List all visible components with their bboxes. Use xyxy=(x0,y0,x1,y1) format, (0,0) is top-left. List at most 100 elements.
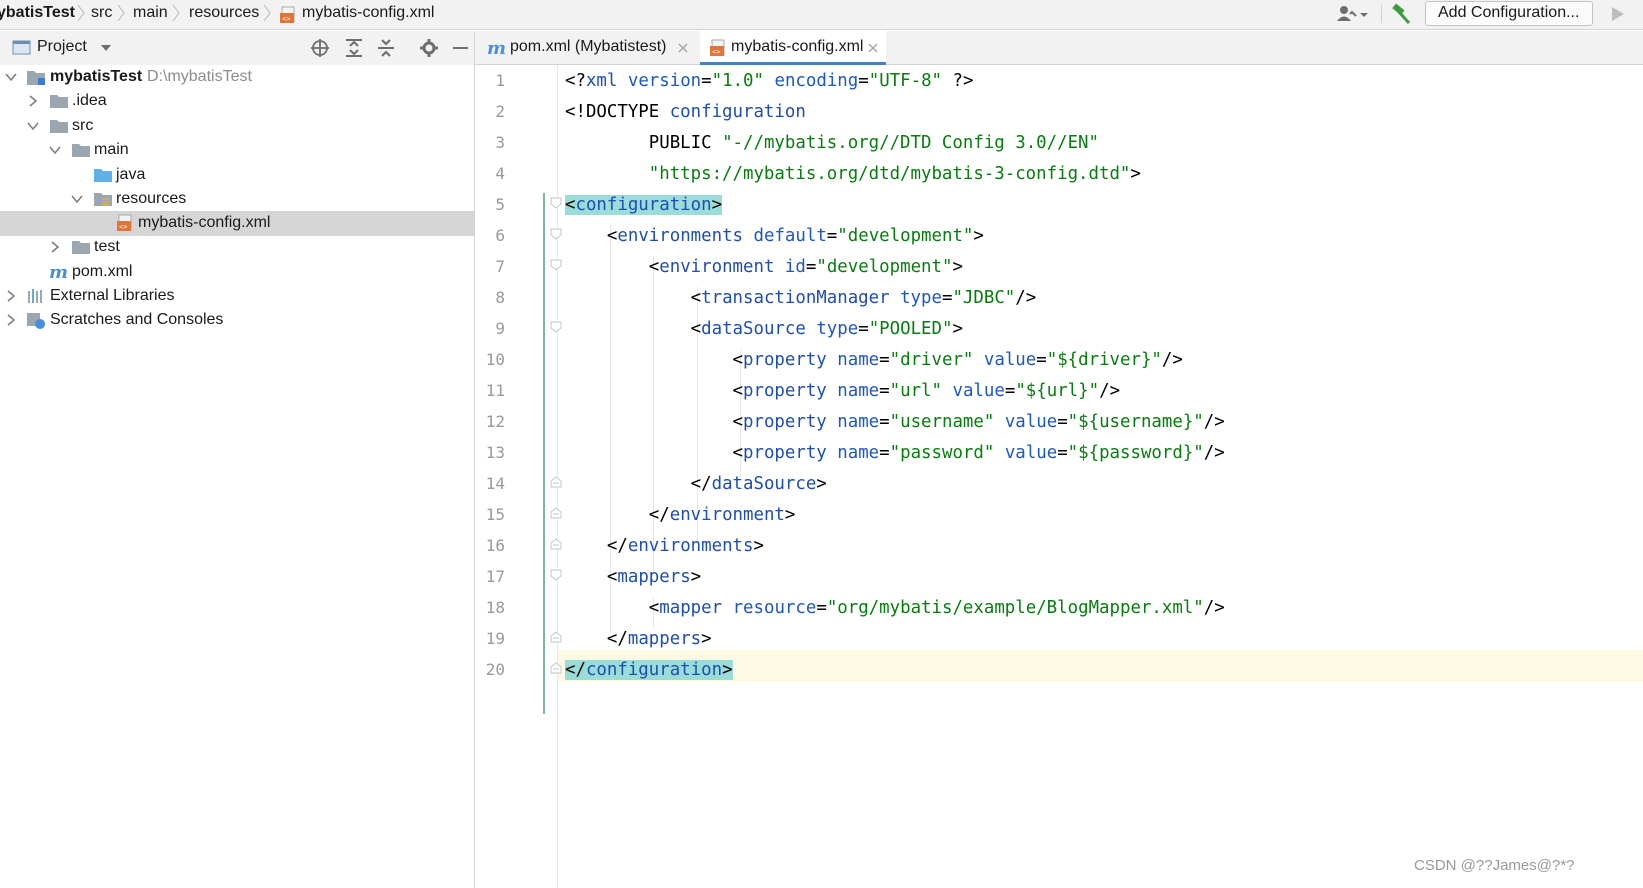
fold-close-icon[interactable] xyxy=(549,630,563,644)
code-line[interactable]: <dataSource type="POOLED"> xyxy=(565,313,963,345)
chevron-right-icon xyxy=(263,3,271,23)
line-number: 13 xyxy=(485,443,505,462)
chevron-right-icon[interactable] xyxy=(48,240,62,254)
chevron-right-icon xyxy=(77,3,85,23)
breadcrumb-file[interactable]: mybatis-config.xml xyxy=(302,4,434,22)
chevron-down-icon[interactable] xyxy=(26,119,40,133)
fold-close-icon[interactable] xyxy=(549,475,563,489)
code-editor[interactable]: 1 2 3 4 5 6 7 8 9 10 11 12 13 14 15 16 1… xyxy=(475,65,1643,888)
code-line[interactable]: <environments default="development"> xyxy=(565,220,984,252)
tree-item-mybatisTest[interactable]: mybatisTest D:\mybatisTest xyxy=(0,65,474,90)
fold-open-icon[interactable] xyxy=(549,568,563,582)
chevron-right-icon[interactable] xyxy=(4,313,18,327)
tree-item-idea[interactable]: .idea xyxy=(0,89,474,114)
build-hammer-icon[interactable] xyxy=(1390,3,1412,25)
source-folder-icon xyxy=(93,166,113,184)
tree-item-main[interactable]: main xyxy=(0,138,474,163)
minimize-icon[interactable] xyxy=(451,38,471,58)
tab-pom-xml[interactable]: m pom.xml (Mybatistest) xyxy=(475,31,697,65)
fold-close-icon[interactable] xyxy=(549,537,563,551)
project-tree: mybatisTest D:\mybatisTest .idea src mai… xyxy=(0,65,474,888)
user-icon[interactable] xyxy=(1334,3,1370,25)
tree-item-test[interactable]: test xyxy=(0,235,474,260)
expand-all-icon[interactable] xyxy=(344,38,364,58)
fold-open-icon[interactable] xyxy=(549,320,563,334)
breadcrumb-project[interactable]: ybatisTest xyxy=(0,4,75,22)
tree-label: src xyxy=(72,117,94,134)
tree-label: .idea xyxy=(72,92,107,109)
fold-close-icon[interactable] xyxy=(549,661,563,675)
chevron-down-icon[interactable] xyxy=(48,143,62,157)
tree-item-pom[interactable]: m pom.xml xyxy=(0,260,474,285)
code-line[interactable]: </environments> xyxy=(565,530,764,562)
vcs-change-marker[interactable] xyxy=(543,193,545,714)
tree-item-java[interactable]: java xyxy=(0,163,474,188)
gear-icon[interactable] xyxy=(419,38,439,58)
fold-close-icon[interactable] xyxy=(549,506,563,520)
tree-label: External Libraries xyxy=(50,287,175,304)
fold-open-icon[interactable] xyxy=(549,196,563,210)
breadcrumb-main[interactable]: main xyxy=(133,4,168,22)
svg-text:<>: <> xyxy=(712,48,720,56)
tab-mybatis-config[interactable]: <> mybatis-config.xml xyxy=(700,31,886,65)
breadcrumb-resources[interactable]: resources xyxy=(189,4,259,22)
code-line[interactable]: <mapper resource="org/mybatis/example/Bl… xyxy=(565,592,1225,624)
chevron-right-icon[interactable] xyxy=(4,289,18,303)
line-number: 3 xyxy=(495,133,505,152)
module-folder-icon xyxy=(26,68,46,86)
line-number: 2 xyxy=(495,102,505,121)
xml-file-icon: <> xyxy=(115,214,135,232)
tab-label: mybatis-config.xml xyxy=(731,38,864,55)
tree-item-mybatis-config[interactable]: <> mybatis-config.xml xyxy=(0,211,474,236)
libraries-icon xyxy=(26,287,46,305)
code-line[interactable]: <property name="username" value="${usern… xyxy=(565,406,1225,438)
editor-tabs: m pom.xml (Mybatistest) <> mybatis-confi… xyxy=(475,31,1643,65)
xml-file-icon: <> xyxy=(280,6,300,24)
line-number: 20 xyxy=(485,660,505,679)
code-line[interactable]: </dataSource> xyxy=(565,468,827,500)
code-line[interactable]: <!DOCTYPE configuration xyxy=(565,96,806,128)
code-line[interactable]: <property name="driver" value="${driver}… xyxy=(565,344,1183,376)
tree-label: Scratches and Consoles xyxy=(50,311,224,328)
tree-item-scratches[interactable]: Scratches and Consoles xyxy=(0,308,474,333)
code-line[interactable]: <property name="url" value="${url}"/> xyxy=(565,375,1121,407)
code-line[interactable]: <?xml version="1.0" encoding="UTF-8" ?> xyxy=(565,65,973,97)
project-panel-title[interactable]: Project xyxy=(37,38,87,56)
tree-item-resources[interactable]: resources xyxy=(0,187,474,212)
code-line[interactable]: <property name="password" value="${passw… xyxy=(565,437,1225,469)
tab-label: pom.xml (Mybatistest) xyxy=(510,38,667,55)
code-line[interactable]: </environment> xyxy=(565,499,796,531)
tree-item-external-libraries[interactable]: External Libraries xyxy=(0,284,474,309)
line-number: 18 xyxy=(485,598,505,617)
chevron-down-icon[interactable] xyxy=(70,192,84,206)
fold-open-icon[interactable] xyxy=(549,258,563,272)
fold-open-icon[interactable] xyxy=(549,227,563,241)
locate-icon[interactable] xyxy=(310,38,330,58)
run-icon[interactable] xyxy=(1609,5,1627,23)
code-line[interactable]: </mappers> xyxy=(565,623,712,655)
code-line[interactable]: PUBLIC "-//mybatis.org//DTD Config 3.0//… xyxy=(565,127,1099,159)
chevron-down-icon[interactable] xyxy=(4,70,18,84)
chevron-right-icon[interactable] xyxy=(26,94,40,108)
code-line[interactable]: <configuration> xyxy=(565,189,723,221)
scratches-icon xyxy=(26,311,46,329)
project-panel-header: Project xyxy=(0,31,474,65)
collapse-all-icon[interactable] xyxy=(376,38,396,58)
close-icon[interactable] xyxy=(677,41,689,53)
tree-item-src[interactable]: src xyxy=(0,114,474,139)
line-number: 19 xyxy=(485,629,505,648)
breadcrumb-src[interactable]: src xyxy=(91,4,112,22)
code-line[interactable]: <mappers> xyxy=(565,561,701,593)
toolbar-divider xyxy=(1381,5,1382,23)
folder-icon xyxy=(71,238,91,256)
line-number: 14 xyxy=(485,474,505,493)
code-line[interactable]: <transactionManager type="JDBC"/> xyxy=(565,282,1037,314)
close-icon[interactable] xyxy=(867,41,879,53)
code-line[interactable]: <environment id="development"> xyxy=(565,251,963,283)
dropdown-arrow-icon[interactable] xyxy=(99,41,113,55)
tree-path: D:\mybatisTest xyxy=(147,68,252,85)
code-line[interactable]: "https://mybatis.org/dtd/mybatis-3-confi… xyxy=(565,158,1141,190)
add-configuration-button[interactable]: Add Configuration... xyxy=(1425,1,1593,26)
line-number: 16 xyxy=(485,536,505,555)
code-line[interactable]: </configuration> xyxy=(565,654,733,686)
